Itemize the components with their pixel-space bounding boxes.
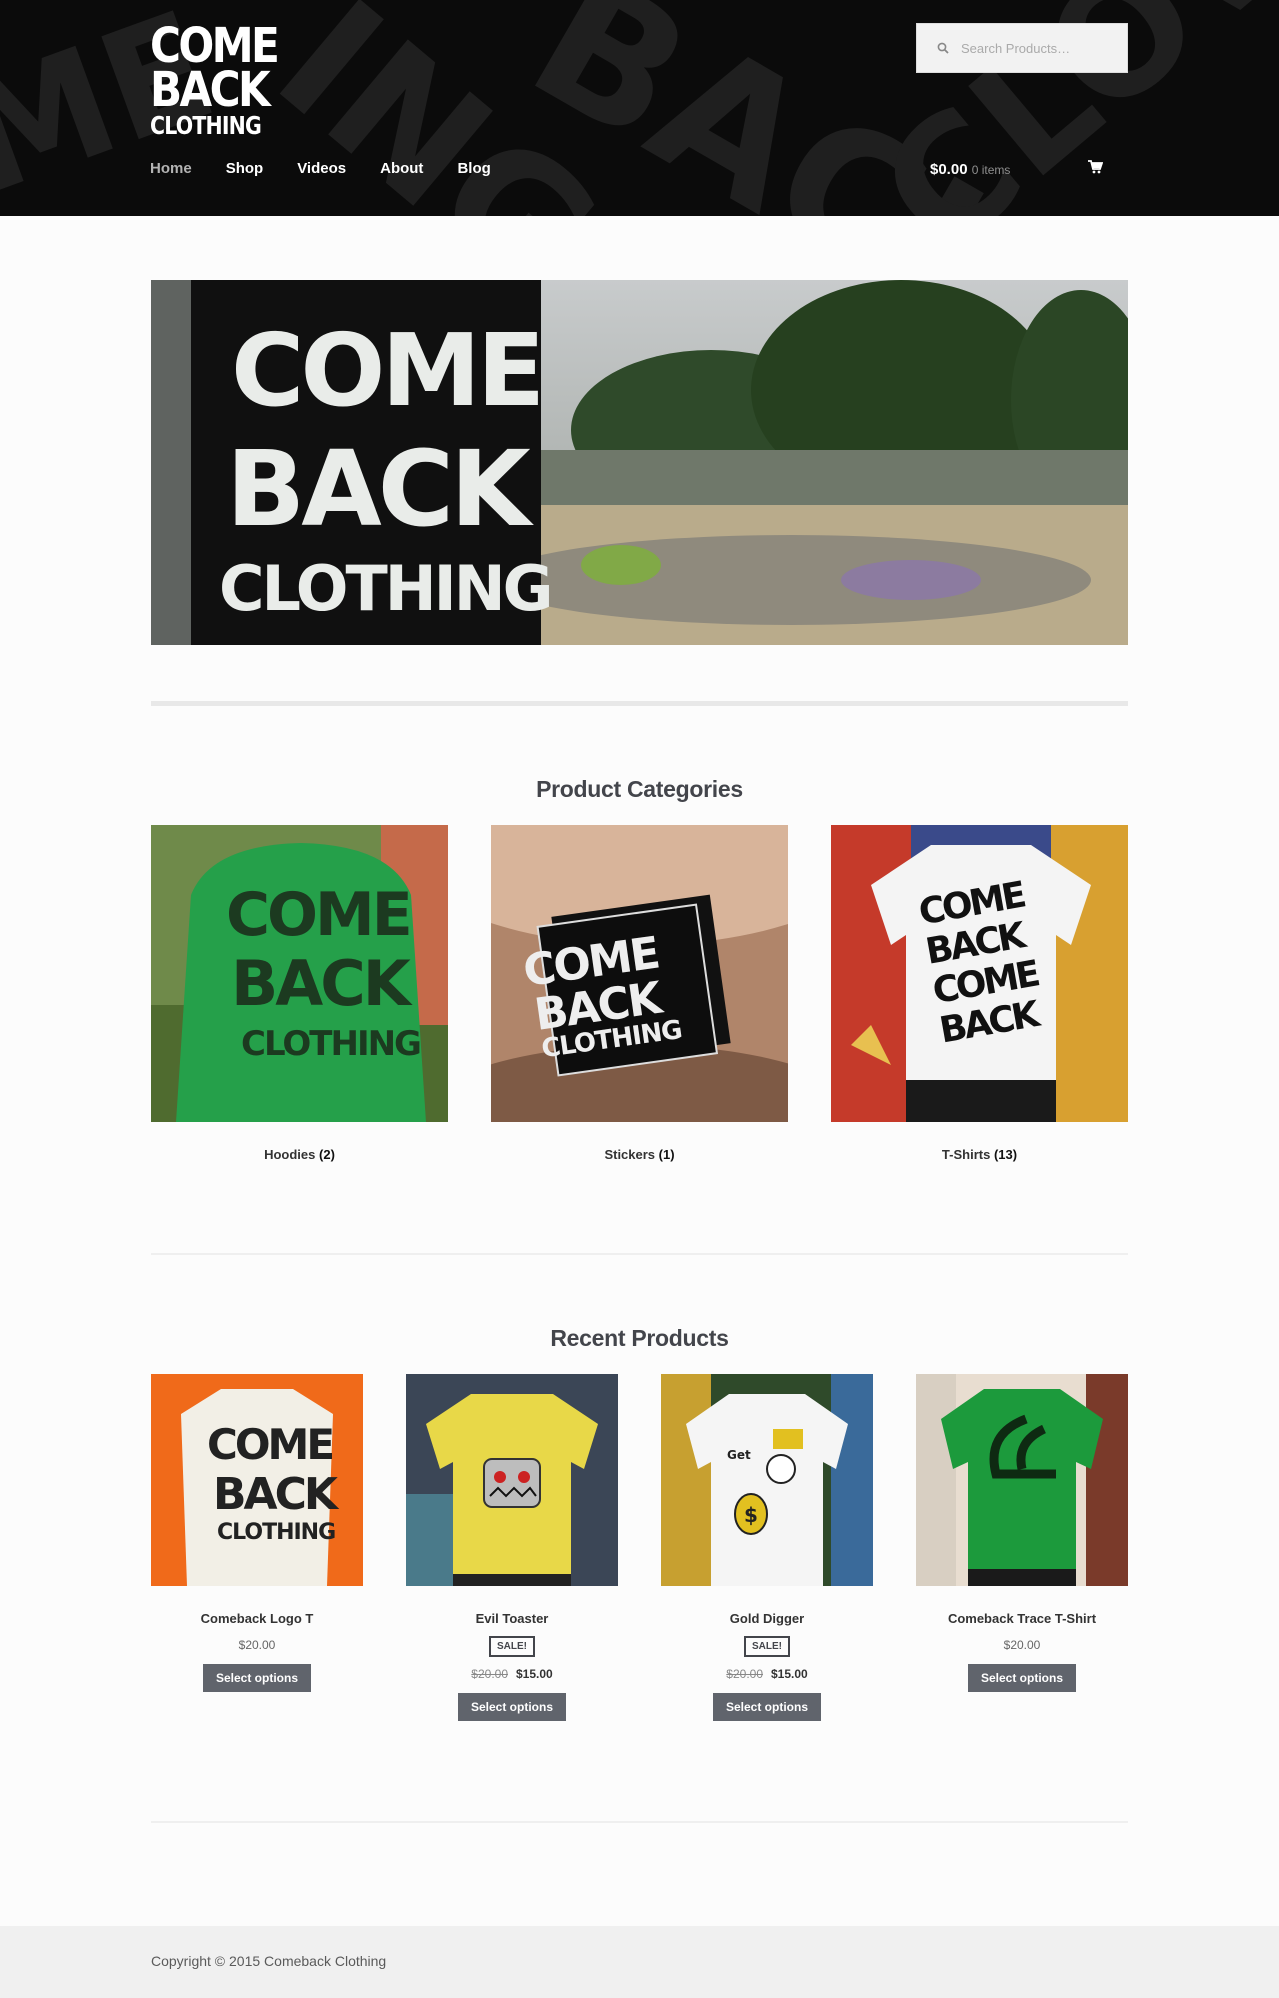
product-name[interactable]: Comeback Logo T <box>151 1611 363 1626</box>
nav-item-videos[interactable]: Videos <box>297 160 346 177</box>
category-image[interactable]: COME BACK COME BACK <box>831 825 1128 1122</box>
section-divider <box>151 701 1128 706</box>
sale-price: $15.00 <box>771 1667 808 1681</box>
nav-item-about[interactable]: About <box>380 160 423 177</box>
product-price: $20.00 $15.00 <box>661 1667 873 1681</box>
svg-text:CLOTHING: CLOTHING <box>241 1024 420 1064</box>
logo-line-2: BACK <box>150 62 271 118</box>
product-card: Evil Toaster SALE! $20.00 $15.00 Select o… <box>406 1374 618 1721</box>
category-image[interactable]: COME BACK CLOTHING <box>151 825 448 1122</box>
recent-products-title: Recent Products <box>550 1325 729 1351</box>
categories-title: Product Categories <box>536 776 743 802</box>
product-card: Comeback Trace T-Shirt $20.00 Select opt… <box>916 1374 1128 1692</box>
product-image[interactable]: $ Get <box>661 1374 873 1586</box>
hero-image: COME BACK CLOTHING <box>151 280 1128 645</box>
category-name: T-Shirts <box>941 1147 991 1162</box>
product-name[interactable]: Evil Toaster <box>406 1611 618 1626</box>
svg-text:$: $ <box>744 1503 758 1527</box>
product-price: $20.00 $15.00 <box>406 1667 618 1681</box>
category-caption[interactable]: Stickers (1) <box>491 1147 788 1162</box>
svg-text:BACK: BACK <box>213 1469 340 1520</box>
nav-item-shop[interactable]: Shop <box>226 160 264 177</box>
nav-item-home[interactable]: Home <box>150 160 192 177</box>
category-caption[interactable]: T-Shirts (13) <box>831 1147 1128 1162</box>
select-options-button[interactable]: Select options <box>202 1664 311 1692</box>
category-caption[interactable]: Hoodies (2) <box>151 1147 448 1162</box>
primary-nav: Home Shop Videos About Blog <box>150 160 525 177</box>
product-price: $20.00 <box>1003 1638 1041 1652</box>
category-stickers[interactable]: COME BACK CLOTHING Stickers (1) <box>491 825 788 1162</box>
category-t-shirts[interactable]: COME BACK COME BACK T-Shirts (13) <box>831 825 1128 1162</box>
category-name: Hoodies <box>264 1147 316 1162</box>
original-price: $20.00 <box>471 1667 508 1681</box>
hero-sign-line-2: BACK <box>226 428 534 550</box>
cart-total: $0.00 <box>930 161 968 178</box>
cart-icon[interactable] <box>1088 160 1103 174</box>
select-options-button[interactable]: Select options <box>712 1693 821 1721</box>
product-image[interactable] <box>406 1374 618 1586</box>
category-count: (1) <box>658 1147 675 1162</box>
select-options-button[interactable]: Select options <box>457 1693 566 1721</box>
category-count: (13) <box>993 1147 1018 1162</box>
product-image[interactable]: COME BACK CLOTHING <box>151 1374 363 1586</box>
svg-text:Get: Get <box>727 1448 751 1462</box>
site-logo[interactable]: COME BACK CLOTHING <box>150 22 280 140</box>
category-count: (2) <box>319 1147 335 1162</box>
svg-text:COME: COME <box>226 880 410 950</box>
search-input[interactable] <box>961 40 1111 56</box>
product-image[interactable] <box>916 1374 1128 1586</box>
cart-item-count: 0 items <box>971 163 1011 177</box>
product-search[interactable] <box>916 23 1128 73</box>
product-card: $ Get Gold Digger SALE! $20.00 $15.00 Sel… <box>661 1374 873 1721</box>
svg-text:BACK: BACK <box>231 947 413 1020</box>
copyright-text: Copyright © 2015 Comeback Clothing <box>151 1953 387 1969</box>
hero-photo: COME BACK CLOTHING <box>151 280 1128 645</box>
product-name[interactable]: Gold Digger <box>661 1611 873 1626</box>
logo-line-3: CLOTHING <box>150 111 262 140</box>
sale-price: $15.00 <box>516 1667 553 1681</box>
category-hoodies[interactable]: COME BACK CLOTHING Hoodies (2) <box>151 825 448 1162</box>
hero-sign-line-1: COME <box>231 312 541 429</box>
nav-item-blog[interactable]: Blog <box>457 160 490 177</box>
svg-text:COME: COME <box>207 1420 332 1469</box>
svg-text:CLOTHING: CLOTHING <box>217 1520 335 1545</box>
site-footer: Copyright © 2015 Comeback Clothing <box>0 1926 1279 1998</box>
product-name[interactable]: Comeback Trace T-Shirt <box>916 1611 1128 1626</box>
section-divider <box>151 1821 1128 1823</box>
search-icon <box>937 42 949 54</box>
category-image[interactable]: COME BACK CLOTHING <box>491 825 788 1122</box>
original-price: $20.00 <box>726 1667 763 1681</box>
sale-badge: SALE! <box>744 1636 790 1657</box>
product-price: $20.00 <box>238 1638 276 1652</box>
category-name: Stickers <box>604 1147 656 1162</box>
section-divider <box>151 1253 1128 1255</box>
site-header: ME ING BACK CLOV COME BACK CLOTHING Home… <box>0 0 1279 216</box>
sale-badge: SALE! <box>489 1636 535 1657</box>
cart-summary[interactable]: $0.00 0 items <box>930 161 1010 178</box>
select-options-button[interactable]: Select options <box>967 1664 1076 1692</box>
product-card: COME BACK CLOTHING Comeback Logo T $20.0… <box>151 1374 363 1692</box>
hero-sign-line-3: CLOTHING <box>219 552 551 625</box>
